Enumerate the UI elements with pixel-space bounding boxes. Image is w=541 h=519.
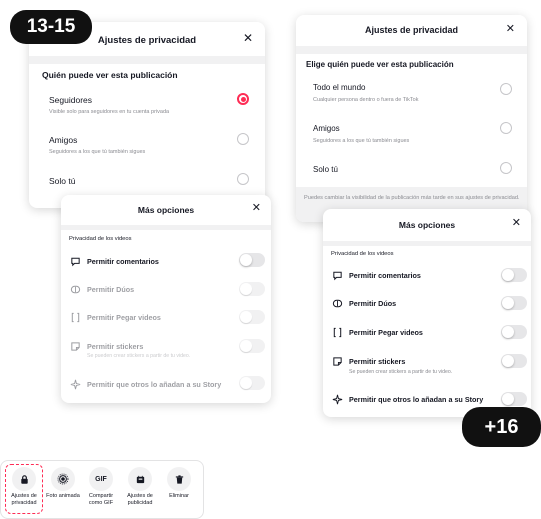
option-sublabel: Seguidores a los que tú también sigues <box>49 149 146 155</box>
sparkle-icon <box>331 393 343 405</box>
toolbar-item-ads[interactable]: Ajustes de publicidad <box>122 467 158 506</box>
gif-glyph: GIF <box>95 475 107 483</box>
sticker-icon <box>69 340 81 352</box>
toolbar-item-privacy[interactable]: Ajustes de privacidad <box>6 467 42 506</box>
comment-icon <box>69 255 81 267</box>
close-icon[interactable]: ✕ <box>243 32 253 44</box>
option-label: Solo tú <box>49 176 76 186</box>
radio-amigos[interactable] <box>500 122 512 134</box>
setting-label: Permitir Dúos <box>349 298 397 308</box>
toolbar-label: Eliminar <box>169 493 189 499</box>
toggle-duos[interactable] <box>239 282 265 296</box>
setting-label: Permitir stickers <box>87 341 144 351</box>
setting-row-story: Permitir que otros lo añadan a su Story <box>331 393 483 405</box>
toolbar-item-delete[interactable]: Eliminar <box>161 467 197 500</box>
radio-seguidores[interactable] <box>237 93 249 105</box>
setting-label: Permitir comentarios <box>87 256 159 266</box>
toolbar-label: Foto animada <box>46 493 80 499</box>
stitch-icon <box>331 326 343 338</box>
option-label: Amigos <box>313 124 340 133</box>
toggle-story[interactable] <box>239 376 265 390</box>
option-label: Solo tú <box>313 165 338 174</box>
more-options-panel-left: Más opciones ✕ Privacidad de los videos … <box>61 195 271 403</box>
setting-row-comentarios: Permitir comentarios <box>69 255 159 267</box>
panel-title: Más opciones <box>398 220 456 230</box>
setting-row-pegar: Permitir Pegar videos <box>331 326 423 338</box>
toggle-stickers[interactable] <box>239 339 265 353</box>
close-icon[interactable]: ✕ <box>506 24 515 35</box>
footer-note: Puedes cambiar la visibilidad de la publ… <box>304 195 520 201</box>
radio-amigos[interactable] <box>237 133 249 145</box>
setting-label: Permitir Pegar videos <box>349 327 423 337</box>
privacy-panel-left: Ajustes de privacidad ✕ Quién puede ver … <box>29 22 265 208</box>
setting-label: Permitir que otros lo añadan a su Story <box>87 379 222 389</box>
setting-row-comentarios: Permitir comentarios <box>331 269 421 281</box>
trash-icon <box>167 467 191 491</box>
toolbar-label: Compartir como GIF <box>88 493 114 506</box>
setting-label: Permitir comentarios <box>349 270 421 280</box>
toggle-comentarios[interactable] <box>501 268 527 282</box>
option-label: Amigos <box>49 135 78 145</box>
duet-icon <box>331 297 343 309</box>
age-badge-13-15: 13-15 <box>10 10 92 44</box>
live-photo-icon <box>51 467 75 491</box>
ad-icon <box>128 467 152 491</box>
toggle-duos[interactable] <box>501 296 527 310</box>
stitch-icon <box>69 311 81 323</box>
option-label: Seguidores <box>49 95 93 105</box>
toggle-pegar[interactable] <box>239 310 265 324</box>
setting-label: Permitir Pegar videos <box>87 312 161 322</box>
setting-row-pegar: Permitir Pegar videos <box>69 311 161 323</box>
duet-icon <box>69 283 81 295</box>
setting-sublabel: Se pueden crear stickers a partir de tu … <box>87 353 191 359</box>
setting-label: Permitir stickers <box>349 356 406 366</box>
toggle-stickers[interactable] <box>501 354 527 368</box>
toggle-comentarios[interactable] <box>239 253 265 267</box>
toolbar-item-gif[interactable]: GIF Compartir como GIF <box>83 467 119 506</box>
section-title: Elige quién puede ver esta publicación <box>306 60 454 69</box>
lock-icon <box>12 467 36 491</box>
panel-title: Ajustes de privacidad <box>364 25 459 35</box>
age-badge-16-plus: +16 <box>462 407 541 447</box>
close-icon[interactable]: ✕ <box>512 218 521 229</box>
privacy-panel-right: Ajustes de privacidad ✕ Elige quién pued… <box>296 15 527 222</box>
toggle-pegar[interactable] <box>501 325 527 339</box>
gif-icon: GIF <box>89 467 113 491</box>
section-title: Privacidad de los videos <box>69 236 132 242</box>
setting-row-stickers: Permitir stickers <box>331 355 405 367</box>
section-title: Privacidad de los videos <box>331 251 394 257</box>
comment-icon <box>331 269 343 281</box>
radio-solo-tu[interactable] <box>500 162 512 174</box>
setting-row-stickers: Permitir stickers <box>69 340 143 352</box>
sticker-icon <box>331 355 343 367</box>
divider-band <box>29 56 265 64</box>
setting-row-duos: Permitir Dúos <box>331 297 396 309</box>
toolbar-item-live-photo[interactable]: Foto animada <box>45 467 81 500</box>
setting-sublabel: Se pueden crear stickers a partir de tu … <box>349 369 453 375</box>
toolbar-label: Ajustes de privacidad <box>11 493 37 506</box>
setting-row-story: Permitir que otros lo añadan a su Story <box>69 378 221 390</box>
setting-row-duos: Permitir Dúos <box>69 283 134 295</box>
option-sublabel: Cualquier persona dentro o fuera de TikT… <box>313 97 419 103</box>
divider-band <box>323 241 531 246</box>
radio-solo-tu[interactable] <box>237 173 249 185</box>
radio-todo-el-mundo[interactable] <box>500 83 512 95</box>
sparkle-icon <box>69 378 81 390</box>
divider-band <box>296 46 527 54</box>
close-icon[interactable]: ✕ <box>252 203 261 214</box>
divider-band <box>61 225 271 230</box>
action-toolbar: Ajustes de privacidad Foto animada GIF C… <box>0 460 204 519</box>
setting-label: Permitir que otros lo añadan a su Story <box>349 394 484 404</box>
toolbar-label: Ajustes de publicidad <box>127 493 153 506</box>
option-label: Todo el mundo <box>313 83 366 92</box>
option-sublabel: Visible solo para seguidores en tu cuent… <box>49 109 170 115</box>
section-title: Quién puede ver esta publicación <box>42 70 178 80</box>
more-options-panel-right: Más opciones ✕ Privacidad de los videos … <box>323 209 531 417</box>
toggle-story[interactable] <box>501 392 527 406</box>
panel-title: Más opciones <box>137 205 195 215</box>
option-sublabel: Seguidores a los que tú también sigues <box>313 138 410 144</box>
setting-label: Permitir Dúos <box>87 284 135 294</box>
